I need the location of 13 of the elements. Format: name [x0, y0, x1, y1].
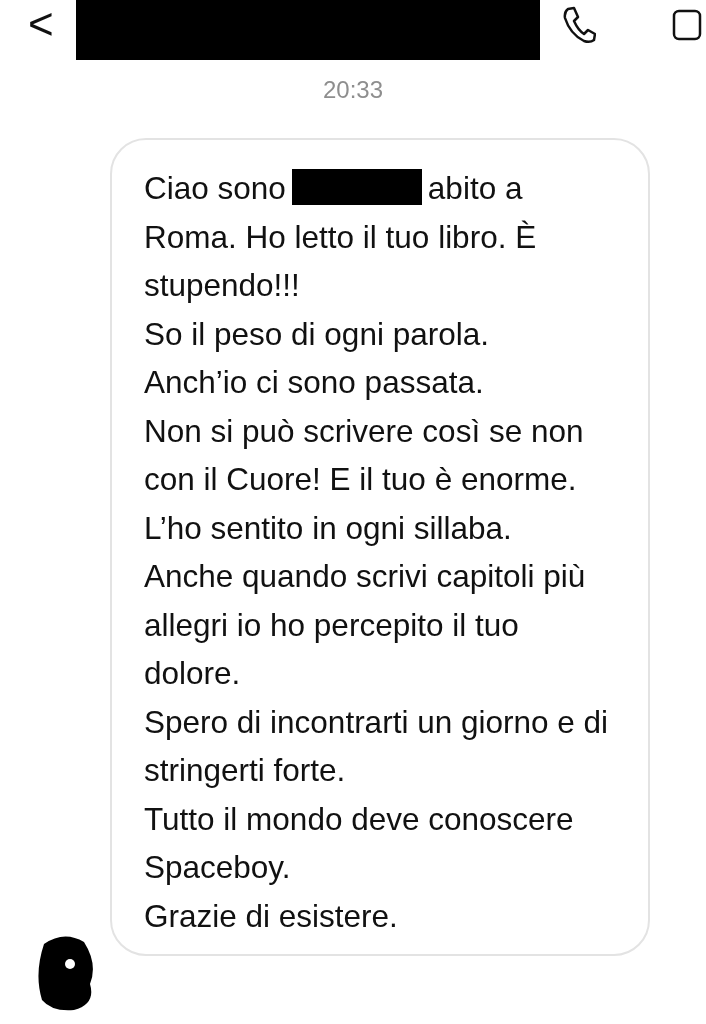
message-text: Grazie di esistere. [144, 896, 399, 936]
message-text: Spero di incontrarti un giorno e di stringerti forte. [144, 702, 610, 790]
message-text: Non si può scrivere così se non con il Cuore! E il tuo è enorme. L’ho sentito in ogni sillaba. [144, 411, 585, 548]
phone-icon[interactable] [562, 6, 596, 44]
message-text: Tutto il mondo deve conoscere Spaceboy. [144, 799, 575, 887]
back-button[interactable]: < [28, 2, 54, 46]
message-text: So il peso di ogni parola. [144, 314, 490, 354]
message-text: Anch’io ci sono passata. [144, 363, 485, 402]
message-text: Roma. Ho letto il tuo libro. È stupendo!!! [144, 217, 538, 305]
message-text: abito a [427, 170, 523, 206]
message-text: Ciao sono [144, 170, 286, 206]
timestamp: 20:33 [321, 75, 385, 105]
message-text: Anche quando scrivi capitoli più allegri io ho percepito il tuo dolore. [144, 557, 587, 693]
